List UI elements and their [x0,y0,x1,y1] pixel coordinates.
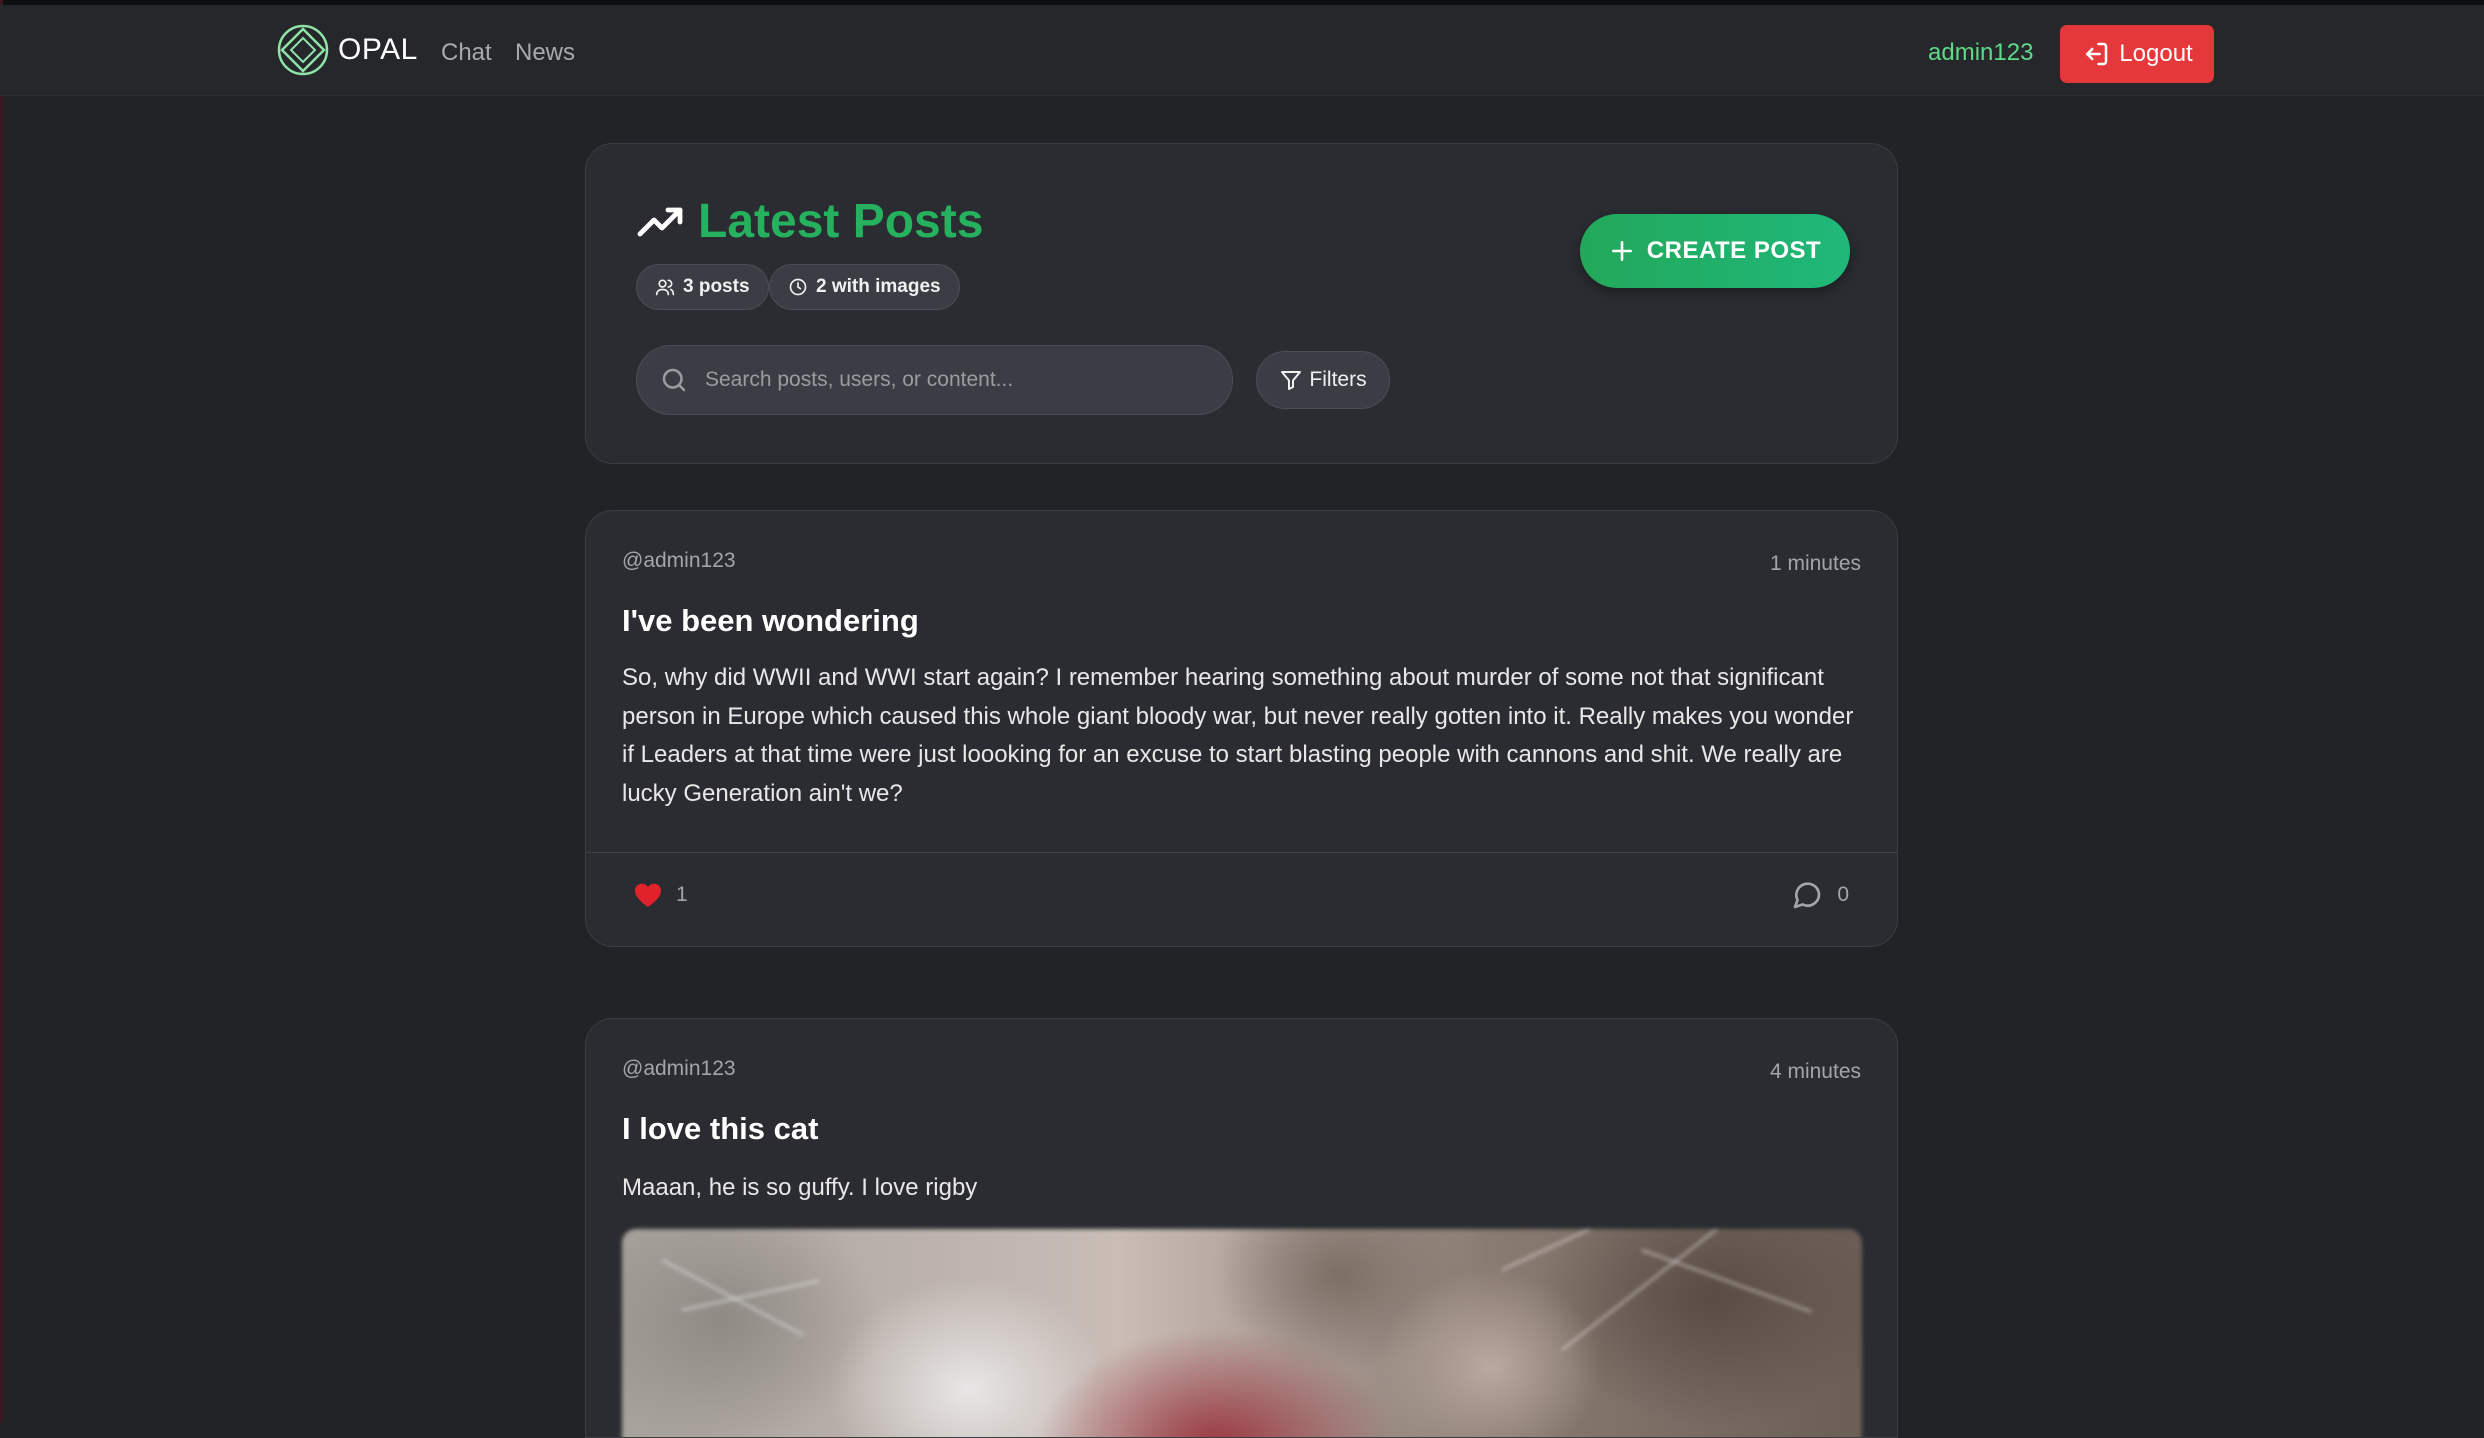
filters-button[interactable]: Filters [1256,351,1390,409]
page-title: Latest Posts [636,194,983,249]
post-title: I've been wondering [622,603,919,638]
post-timestamp: 4 minutes [1769,1060,1861,1083]
logout-icon [2086,42,2108,66]
logout-button[interactable]: Logout [2060,25,2214,83]
plus-icon [1611,241,1632,261]
trending-up-icon [637,207,683,236]
page-title-text: Latest Posts [698,195,984,248]
posts-count-text: 3 posts [683,276,750,297]
images-count-text: 2 with images [816,276,941,297]
post-image-cat[interactable] [622,1229,1862,1437]
whisker-stroke [1561,1229,1721,1351]
post-card[interactable]: @admin123 4 minutes I love this cat Maaa… [585,1018,1898,1438]
navbar: OPAL Chat News admin123 Logout [0,5,2484,96]
post-body: So, why did WWII and WWI start again? I … [622,664,1854,807]
feed-header-card: Latest Posts 3 posts 2 with images CREAT… [585,143,1898,464]
post-timestamp: 1 minutes [1769,552,1861,575]
search-bar[interactable] [636,345,1233,415]
filter-icon [1281,371,1302,390]
posts-count-badge: 3 posts [636,264,769,310]
like-button[interactable]: 1 [632,879,688,911]
comment-count: 0 [1837,883,1849,906]
left-edge [0,0,3,1423]
users-icon [655,279,675,296]
logout-label: Logout [2119,40,2193,67]
nav-username[interactable]: admin123 [1928,39,2033,67]
post-author[interactable]: @admin123 [622,549,736,573]
create-post-button[interactable]: CREATE POST [1580,214,1850,288]
post-body: Maaan, he is so guffy. I love rigby [622,1174,978,1201]
post-divider [586,852,1897,853]
whisker-stroke [1641,1249,1812,1313]
post-author[interactable]: @admin123 [622,1057,736,1081]
clock-icon [789,278,807,296]
opal-logo-icon [277,24,329,76]
create-post-label: CREATE POST [1646,237,1822,264]
brand[interactable]: OPAL [276,23,418,77]
nav-link-chat[interactable]: Chat [441,39,492,67]
post-card[interactable]: @admin123 1 minutes I've been wondering … [585,510,1898,947]
post-title: I love this cat [622,1111,819,1146]
brand-name: OPAL [338,33,418,66]
images-count-badge: 2 with images [769,264,960,310]
filters-label: Filters [1309,368,1367,391]
comment-icon [1793,882,1821,909]
nav-link-news[interactable]: News [515,39,575,67]
like-count: 1 [676,883,688,906]
heart-icon [634,883,662,907]
comment-button[interactable]: 0 [1791,879,1849,911]
search-icon [662,368,686,392]
search-input[interactable] [703,367,1207,393]
